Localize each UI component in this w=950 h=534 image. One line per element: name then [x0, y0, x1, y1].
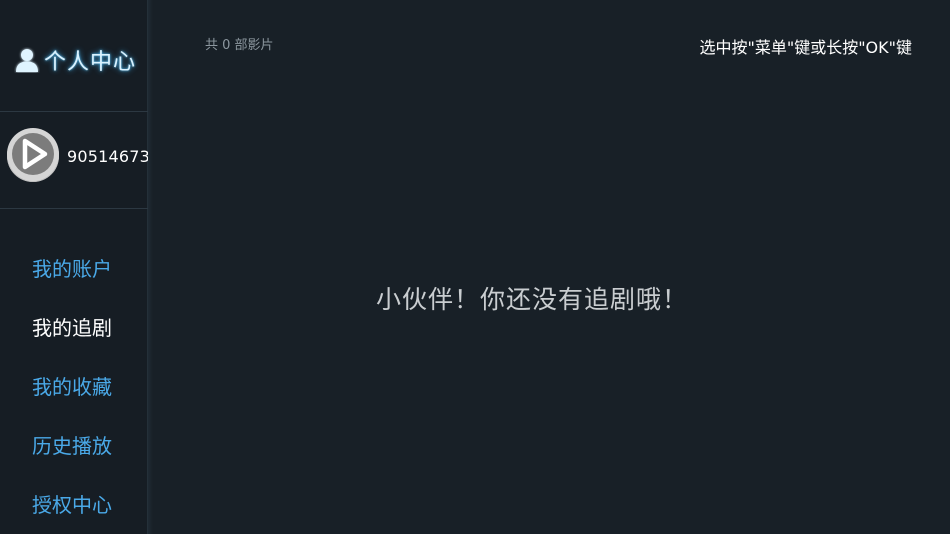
sidebar-item-account[interactable]: 我的账户: [32, 253, 112, 282]
play-logo-icon: [7, 128, 59, 184]
empty-state-message: 小伙伴！你还没有追剧哦！: [376, 285, 689, 314]
sidebar-header: 个人中心: [14, 42, 136, 78]
user-id: 90514673: [67, 146, 151, 166]
divider: [0, 208, 148, 209]
sidebar-item-history[interactable]: 历史播放: [32, 430, 112, 459]
sidebar-item-favorites[interactable]: 我的收藏: [32, 371, 112, 400]
divider: [0, 111, 148, 112]
user-profile[interactable]: 90514673: [7, 128, 151, 184]
avatar: [7, 128, 59, 184]
user-icon: [14, 47, 40, 73]
operation-hint: 选中按"菜单"键或长按"OK"键: [699, 38, 912, 57]
sidebar: 个人中心 90514673 我的账户 我的追剧 我的收藏 历史播放 授权中心: [0, 0, 151, 534]
app-window: 个人中心 90514673 我的账户 我的追剧 我的收藏 历史播放 授权中心 共…: [0, 0, 950, 534]
sidebar-edge: [148, 0, 153, 534]
video-count: 共 0 部影片: [205, 38, 274, 53]
sidebar-title: 个人中心: [44, 50, 137, 75]
sidebar-item-following[interactable]: 我的追剧: [32, 312, 112, 341]
sidebar-item-authorization[interactable]: 授权中心: [32, 489, 112, 518]
